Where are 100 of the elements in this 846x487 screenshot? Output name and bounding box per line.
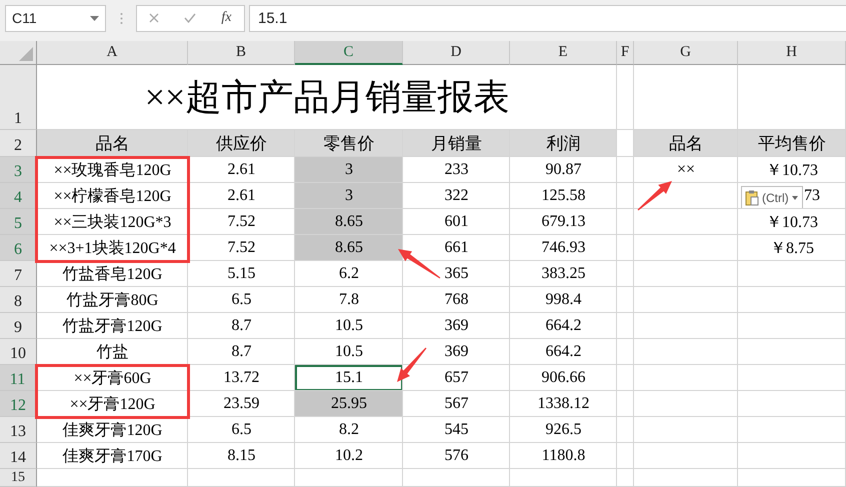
- cell[interactable]: 906.66: [510, 365, 617, 391]
- cell[interactable]: ××柠檬香皂120G: [37, 183, 188, 209]
- row-header[interactable]: 13: [0, 417, 37, 443]
- header-cell[interactable]: 零售价: [295, 130, 403, 157]
- cell[interactable]: 23.59: [188, 391, 295, 417]
- cell[interactable]: 8.15: [188, 443, 295, 469]
- cell[interactable]: 661: [403, 235, 510, 261]
- cell[interactable]: ××玫瑰香皂120G: [37, 157, 188, 183]
- cell[interactable]: 545: [403, 417, 510, 443]
- column-header[interactable]: H: [738, 41, 846, 65]
- cell[interactable]: ￥8.75: [738, 235, 846, 261]
- cell[interactable]: 8.65: [295, 209, 403, 235]
- cell[interactable]: 383.25: [510, 261, 617, 287]
- cell[interactable]: 竹盐香皂120G: [37, 261, 188, 287]
- cancel-icon[interactable]: [149, 13, 160, 23]
- cell[interactable]: 746.93: [510, 235, 617, 261]
- cell[interactable]: ￥10.73: [738, 209, 846, 235]
- cell[interactable]: 8.7: [188, 313, 295, 339]
- row-header[interactable]: 3: [0, 157, 37, 183]
- header-cell[interactable]: 月销量: [403, 130, 510, 157]
- cell[interactable]: ××三块装120G*3: [37, 209, 188, 235]
- header-cell[interactable]: 平均售价: [738, 130, 846, 157]
- cell[interactable]: 6.5: [188, 287, 295, 313]
- cell[interactable]: ￥10.73: [738, 157, 846, 183]
- column-header[interactable]: F: [617, 41, 634, 65]
- cell[interactable]: 768: [403, 287, 510, 313]
- caret-icon[interactable]: [90, 16, 99, 20]
- cell[interactable]: 竹盐: [37, 339, 188, 365]
- cell[interactable]: 3: [295, 183, 403, 209]
- cell[interactable]: 2.61: [188, 183, 295, 209]
- cell[interactable]: 6.5: [188, 417, 295, 443]
- check-icon[interactable]: [184, 13, 196, 23]
- row-header[interactable]: 7: [0, 261, 37, 287]
- header-cell[interactable]: 利润: [510, 130, 617, 157]
- cell[interactable]: 664.2: [510, 313, 617, 339]
- cell[interactable]: 6.2: [295, 261, 403, 287]
- column-header[interactable]: E: [510, 41, 617, 65]
- cell[interactable]: 369: [403, 339, 510, 365]
- cell[interactable]: 1180.8: [510, 443, 617, 469]
- cell[interactable]: 竹盐牙膏80G: [37, 287, 188, 313]
- row-header[interactable]: 1: [0, 65, 37, 130]
- cell[interactable]: 322: [403, 183, 510, 209]
- cell[interactable]: 73: [804, 187, 820, 205]
- cell[interactable]: 佳爽牙膏120G: [37, 417, 188, 443]
- cell[interactable]: 998.4: [510, 287, 617, 313]
- header-cell[interactable]: 供应价: [188, 130, 295, 157]
- cell[interactable]: 657: [403, 365, 510, 391]
- cell[interactable]: 25.95: [295, 391, 403, 417]
- row-header[interactable]: 9: [0, 313, 37, 339]
- cell[interactable]: 10.5: [295, 339, 403, 365]
- cell[interactable]: 13.72: [188, 365, 295, 391]
- caret-icon[interactable]: [792, 196, 798, 200]
- cell[interactable]: 竹盐牙膏120G: [37, 313, 188, 339]
- formula-field[interactable]: 15.1: [249, 4, 846, 32]
- cell[interactable]: 567: [403, 391, 510, 417]
- cell[interactable]: 679.13: [510, 209, 617, 235]
- cell[interactable]: 7.52: [188, 209, 295, 235]
- cell[interactable]: 8.2: [295, 417, 403, 443]
- cell[interactable]: 125.58: [510, 183, 617, 209]
- cell[interactable]: 8.65: [295, 235, 403, 261]
- column-header[interactable]: A: [37, 41, 188, 65]
- row-header[interactable]: 15: [0, 469, 37, 487]
- cell[interactable]: ××牙膏120G: [37, 391, 188, 417]
- cell[interactable]: 7.52: [188, 235, 295, 261]
- row-header[interactable]: 12: [0, 391, 37, 417]
- column-header[interactable]: D: [403, 41, 510, 65]
- row-header[interactable]: 4: [0, 183, 37, 209]
- column-header[interactable]: C: [295, 41, 403, 65]
- cell[interactable]: 7.8: [295, 287, 403, 313]
- row-header[interactable]: 2: [0, 130, 37, 157]
- cell[interactable]: ××牙膏60G: [37, 365, 188, 391]
- cell[interactable]: ××: [634, 157, 738, 183]
- paste-options-button[interactable]: (Ctrl): [741, 186, 803, 209]
- cell[interactable]: 926.5: [510, 417, 617, 443]
- header-cell[interactable]: 品名: [634, 130, 738, 157]
- row-header[interactable]: 14: [0, 443, 37, 469]
- cell[interactable]: 1338.12: [510, 391, 617, 417]
- cell[interactable]: 233: [403, 157, 510, 183]
- column-header[interactable]: G: [634, 41, 738, 65]
- row-header[interactable]: 6: [0, 235, 37, 261]
- header-cell[interactable]: 品名: [37, 130, 188, 157]
- cell[interactable]: 5.15: [188, 261, 295, 287]
- drag-handle-icon[interactable]: [120, 12, 122, 24]
- active-cell[interactable]: 15.1: [295, 365, 403, 391]
- row-header[interactable]: 10: [0, 339, 37, 365]
- cell[interactable]: 90.87: [510, 157, 617, 183]
- column-header[interactable]: B: [188, 41, 295, 65]
- cell[interactable]: 365: [403, 261, 510, 287]
- insert-function-button[interactable]: fx: [221, 10, 232, 26]
- cell[interactable]: 3: [295, 157, 403, 183]
- cell[interactable]: ××3+1块装120G*4: [37, 235, 188, 261]
- name-box[interactable]: C11: [5, 4, 106, 32]
- select-all-button[interactable]: [0, 41, 37, 65]
- cell[interactable]: 601: [403, 209, 510, 235]
- cell[interactable]: 576: [403, 443, 510, 469]
- cell[interactable]: 8.7: [188, 339, 295, 365]
- cell[interactable]: 10.2: [295, 443, 403, 469]
- cell[interactable]: 佳爽牙膏170G: [37, 443, 188, 469]
- cell[interactable]: 369: [403, 313, 510, 339]
- row-header[interactable]: 11: [0, 365, 37, 391]
